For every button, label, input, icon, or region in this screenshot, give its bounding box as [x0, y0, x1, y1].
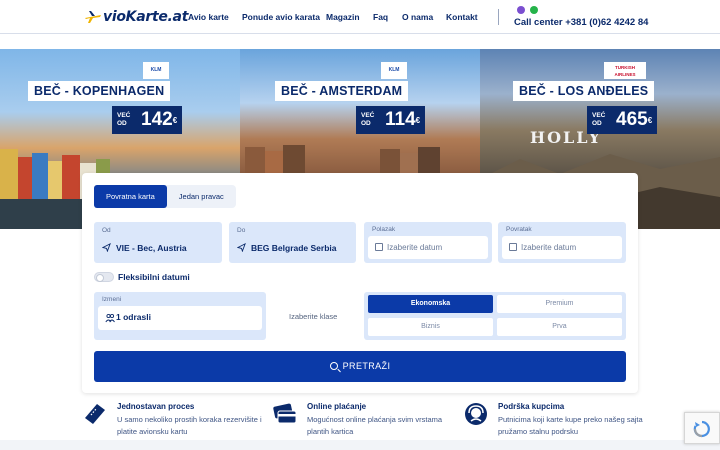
to-field[interactable]: Do BEG Belgrade Serbia	[229, 222, 356, 263]
departure-date-field[interactable]: Polazak Izaberite datum	[364, 222, 492, 263]
passengers-label: Izmeni	[102, 296, 122, 303]
nav-faq[interactable]: Faq	[373, 12, 388, 22]
hero-title-amsterdam: BEČ - AMSTERDAM	[275, 81, 409, 101]
return-placeholder: Izaberite datum	[521, 243, 577, 252]
nav-magazin[interactable]: Magazin	[326, 12, 360, 22]
return-label: Povratak	[506, 226, 532, 233]
recaptcha-icon	[693, 420, 710, 438]
arrival-arrow-icon	[237, 243, 246, 252]
from-label: Od	[102, 227, 111, 234]
flexible-dates-toggle[interactable]	[94, 272, 114, 282]
class-business[interactable]: Biznis	[368, 318, 493, 336]
nav-avio-karte[interactable]: Avio karte	[188, 12, 229, 22]
to-value: BEG Belgrade Serbia	[251, 243, 337, 253]
hero-price-amsterdam: VEĆ OD 114 €	[356, 106, 426, 134]
page-bottom-band	[0, 440, 720, 450]
feature-desc: Mogućnost online plaćanja svim vrstama p…	[307, 415, 443, 436]
class-label: Izaberite klase	[289, 312, 338, 321]
search-button[interactable]: PRETRAŽI	[94, 351, 626, 382]
ticket-icon	[85, 404, 105, 424]
price-from-label: VEĆ OD	[361, 112, 375, 127]
feature-title: Jednostavan proces	[117, 402, 195, 411]
passengers-field[interactable]: Izmeni 1 odrasli	[94, 292, 266, 340]
price-value: 114	[385, 109, 416, 130]
departure-arrow-icon	[102, 243, 111, 252]
flight-search-card: Povratna karta Jedan pravac Od VIE - Bec…	[82, 173, 638, 393]
plane-logo-icon	[85, 11, 101, 23]
feature-title: Podrška kupcima	[498, 402, 565, 411]
feature-desc: U samo nekoliko prostih koraka rezerviši…	[117, 415, 262, 436]
hero-price-los-angeles: VEĆ OD 465 €	[587, 106, 658, 134]
price-value: 142	[141, 109, 173, 130]
hero-price-kopenhagen: VEĆ OD 142 €	[112, 106, 183, 134]
from-value: VIE - Bec, Austria	[116, 243, 187, 253]
search-icon	[329, 362, 338, 370]
passengers-icon	[105, 313, 115, 323]
messenger-icons	[517, 6, 538, 14]
feature-desc: Putnicima koji karte kupe preko našeg sa…	[498, 415, 643, 436]
support-agent-icon	[465, 403, 487, 425]
depart-date-input[interactable]: Izaberite datum	[368, 236, 488, 259]
price-currency: €	[172, 115, 178, 125]
class-economy[interactable]: Ekonomska	[368, 295, 493, 313]
depart-label: Polazak	[372, 226, 396, 233]
return-date-input[interactable]: Izaberite datum	[502, 236, 622, 259]
trip-type-tabs: Povratna karta Jedan pravac	[94, 185, 236, 208]
klm-logo: KLM	[381, 62, 407, 79]
tab-round-trip[interactable]: Povratna karta	[94, 185, 167, 208]
depart-placeholder: Izaberite datum	[387, 243, 443, 252]
credit-card-icon	[273, 403, 297, 424]
calendar-icon	[509, 243, 517, 251]
site-logo[interactable]: vioKarte.at	[84, 9, 188, 25]
header-divider	[498, 9, 499, 25]
hero-title-los-angeles: BEČ - LOS ANĐELES	[513, 81, 655, 101]
nav-kontakt[interactable]: Kontakt	[446, 12, 478, 22]
return-date-field[interactable]: Povratak Izaberite datum	[498, 222, 626, 263]
class-premium[interactable]: Premium	[497, 295, 622, 313]
logo-text: vioKarte.at	[103, 9, 189, 25]
site-header: vioKarte.at Avio karte Ponude avio karat…	[0, 0, 720, 34]
price-from-label: VEĆ OD	[117, 112, 131, 127]
class-first[interactable]: Prva	[497, 318, 622, 336]
from-field[interactable]: Od VIE - Bec, Austria	[94, 222, 222, 263]
klm-logo: KLM	[143, 62, 169, 79]
passengers-value: 1 odrasli	[116, 312, 151, 322]
flexible-dates-row: Fleksibilni datumi	[94, 272, 190, 282]
passengers-input[interactable]: 1 odrasli	[98, 306, 262, 330]
to-label: Do	[237, 227, 246, 234]
calendar-icon	[375, 243, 383, 251]
price-from-label: VEĆ OD	[592, 112, 606, 127]
nav-ponude[interactable]: Ponude avio karata	[242, 12, 320, 22]
price-value: 465	[616, 109, 648, 130]
viber-icon[interactable]	[517, 6, 525, 14]
recaptcha-badge[interactable]	[684, 412, 720, 444]
nav-o-nama[interactable]: O nama	[402, 12, 433, 22]
feature-title: Online plaćanje	[307, 402, 367, 411]
price-currency: €	[415, 115, 421, 125]
search-button-label: PRETRAŽI	[342, 361, 391, 371]
call-center-phone[interactable]: Call center +381 (0)62 4242 84	[514, 17, 648, 28]
cabin-class-selector: Ekonomska Premium Biznis Prva	[364, 292, 626, 340]
whatsapp-icon[interactable]	[530, 6, 538, 14]
flexible-dates-label: Fleksibilni datumi	[118, 272, 190, 282]
price-currency: €	[647, 115, 653, 125]
turkish-airlines-logo: TURKISH AIRLINES	[604, 62, 646, 79]
tab-one-way[interactable]: Jedan pravac	[167, 185, 236, 208]
hero-title-kopenhagen: BEČ - KOPENHAGEN	[28, 81, 171, 101]
